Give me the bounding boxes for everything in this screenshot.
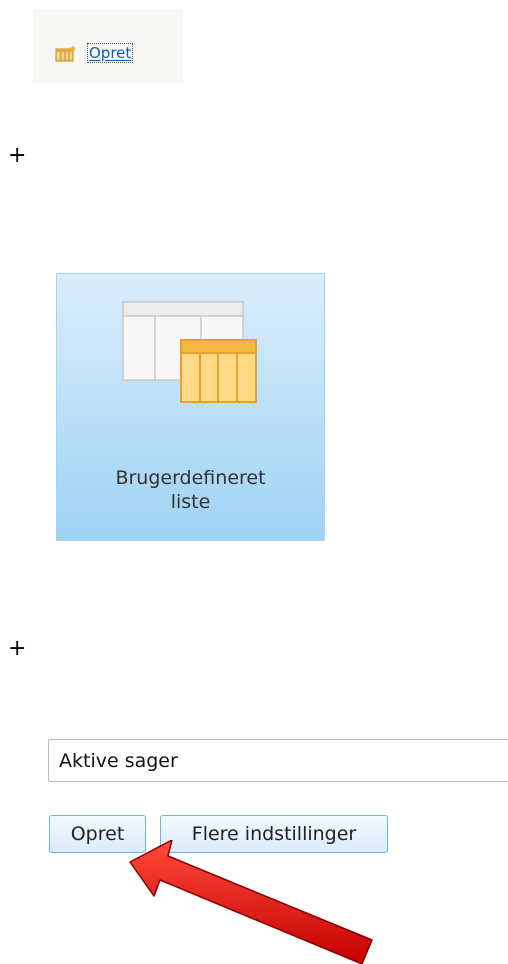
list-name-input[interactable] [48, 739, 508, 782]
create-link-label[interactable]: Opret [86, 43, 134, 63]
tile-label: Brugerdefineret liste [115, 467, 266, 513]
toolbar-create-link[interactable]: Opret [33, 9, 183, 83]
custom-list-icon [122, 301, 257, 403]
red-arrow-icon [129, 840, 373, 964]
custom-list-tile[interactable]: Brugerdefineret liste [56, 273, 325, 541]
plus-sign: + [8, 636, 27, 661]
table-create-icon [55, 45, 77, 62]
plus-sign: + [8, 143, 27, 168]
